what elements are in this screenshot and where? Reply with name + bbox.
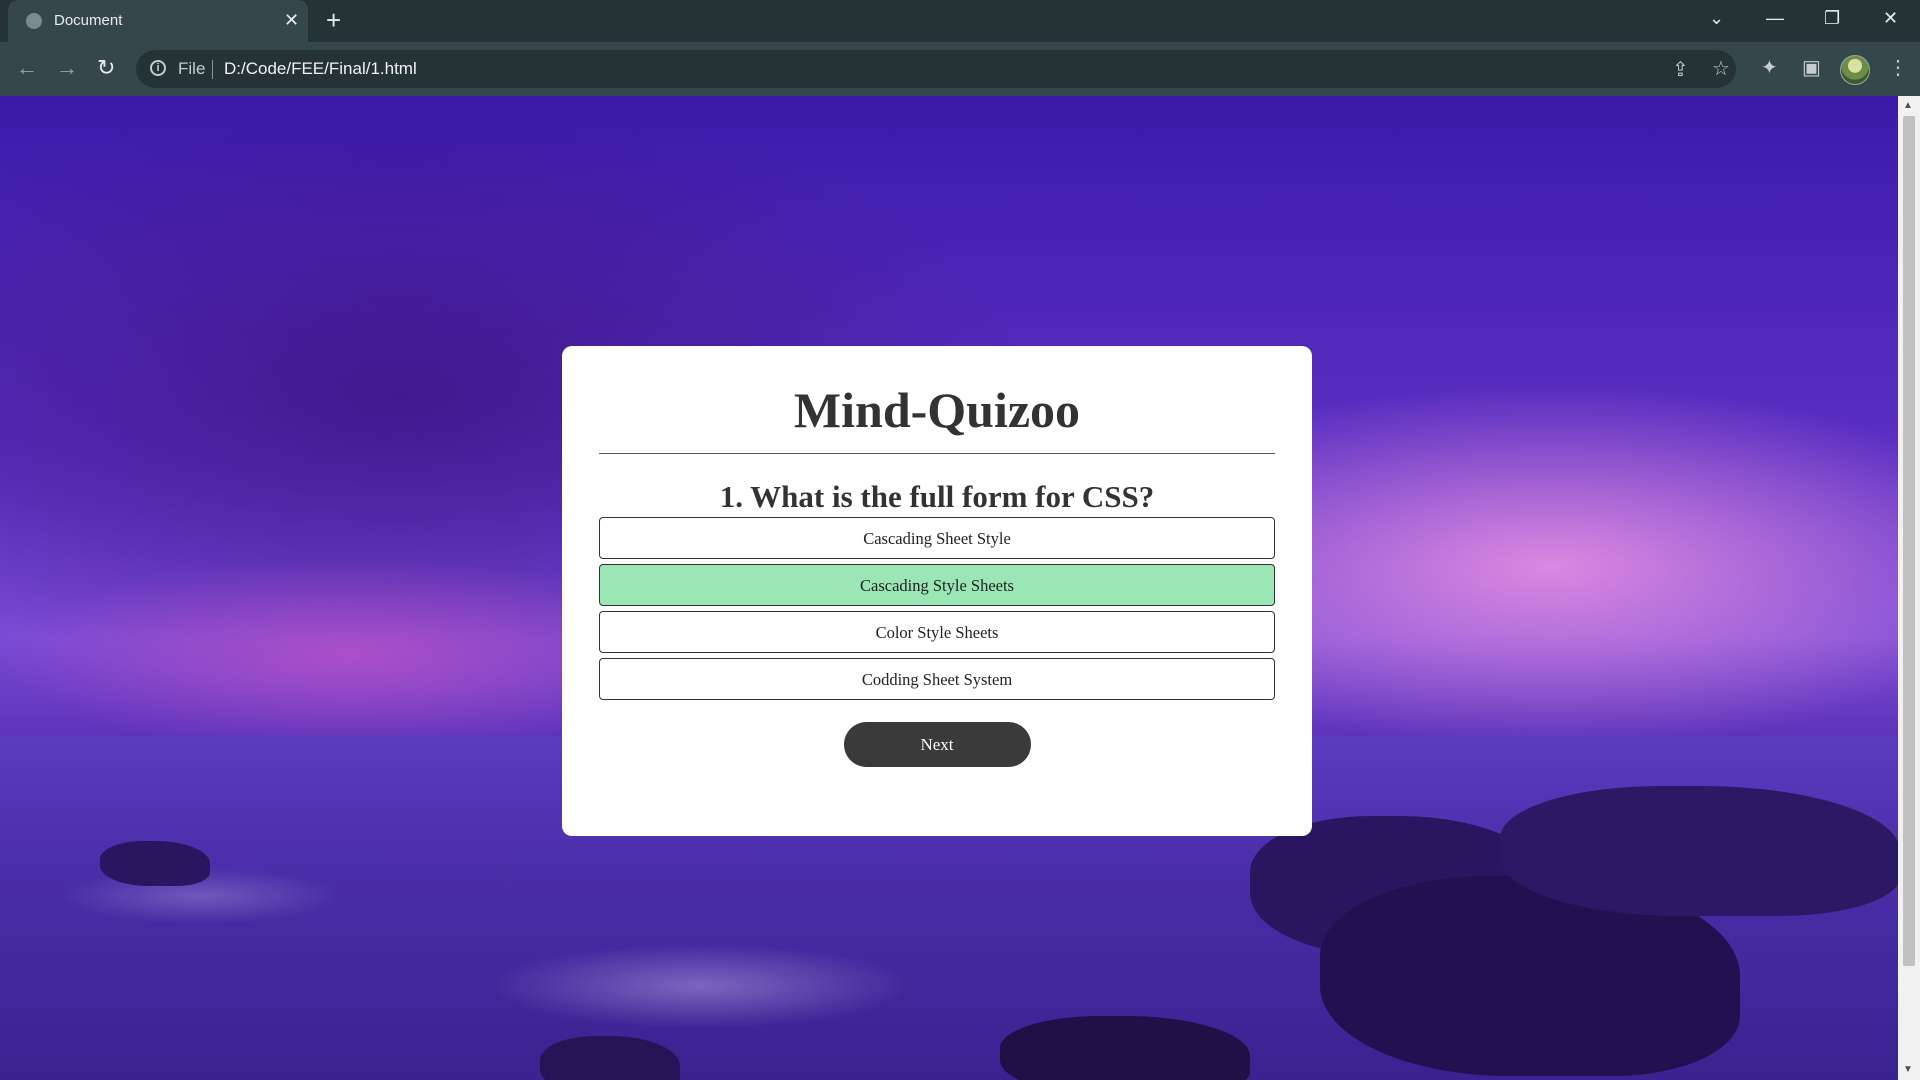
- reload-icon[interactable]: ↻: [97, 56, 115, 80]
- background-rock: [1500, 786, 1898, 916]
- info-icon[interactable]: i: [150, 60, 166, 76]
- answer-option[interactable]: Cascading Sheet Style: [599, 517, 1275, 559]
- scheme-label: File: [178, 59, 206, 78]
- close-window-icon[interactable]: ✕: [1883, 8, 1898, 29]
- question-text: 1. What is the full form for CSS?: [719, 479, 1155, 514]
- restore-icon[interactable]: ❐: [1824, 8, 1840, 29]
- menu-icon[interactable]: ⋮: [1888, 57, 1908, 79]
- back-icon[interactable]: ←: [16, 56, 38, 80]
- tab-search-icon[interactable]: ⌄: [1709, 8, 1724, 29]
- address-bar[interactable]: i File D:/Code/FEE/Final/1.html ⇪ ☆: [136, 50, 1736, 88]
- background-rock: [100, 841, 210, 886]
- new-tab-button[interactable]: +: [326, 7, 341, 33]
- answer-option[interactable]: Color Style Sheets: [599, 611, 1275, 653]
- scroll-thumb[interactable]: [1903, 116, 1915, 966]
- tab-title: Document: [54, 12, 123, 29]
- tab-document[interactable]: Document ✕: [8, 0, 308, 42]
- next-button[interactable]: Next: [843, 722, 1031, 767]
- forward-icon[interactable]: →: [56, 56, 78, 80]
- page-scrollbar[interactable]: ▲ ▼: [1898, 96, 1920, 1080]
- quiz-card: Mind-Quizoo 1. What is the full form for…: [562, 346, 1312, 836]
- tab-strip: Document ✕ + ⌄ — ❐ ✕: [0, 0, 1920, 42]
- globe-icon: [26, 13, 42, 29]
- minimize-icon[interactable]: —: [1766, 8, 1784, 29]
- answer-option-correct[interactable]: Cascading Style Sheets: [599, 564, 1275, 606]
- answer-list: Cascading Sheet Style Cascading Style Sh…: [599, 517, 1275, 700]
- url-text[interactable]: D:/Code/FEE/Final/1.html: [224, 59, 417, 79]
- profile-avatar[interactable]: [1840, 55, 1870, 85]
- share-icon[interactable]: ⇪: [1672, 59, 1689, 81]
- answer-option[interactable]: Codding Sheet System: [599, 658, 1275, 700]
- address-toolbar: ← → ↻ i File D:/Code/FEE/Final/1.html ⇪ …: [0, 42, 1920, 96]
- quiz-title: Mind-Quizoo: [793, 382, 1081, 438]
- scroll-up-icon[interactable]: ▲: [1903, 100, 1913, 111]
- side-panel-icon[interactable]: ▣: [1802, 57, 1821, 79]
- scroll-down-icon[interactable]: ▼: [1903, 1064, 1913, 1075]
- bookmark-star-icon[interactable]: ☆: [1712, 58, 1730, 80]
- title-divider: [599, 453, 1275, 454]
- divider: [212, 60, 213, 79]
- browser-window: Document ✕ + ⌄ — ❐ ✕ ← → ↻ i File D:/Cod…: [0, 0, 1920, 1080]
- close-tab-icon[interactable]: ✕: [284, 10, 299, 30]
- extensions-icon[interactable]: ✦: [1761, 57, 1778, 79]
